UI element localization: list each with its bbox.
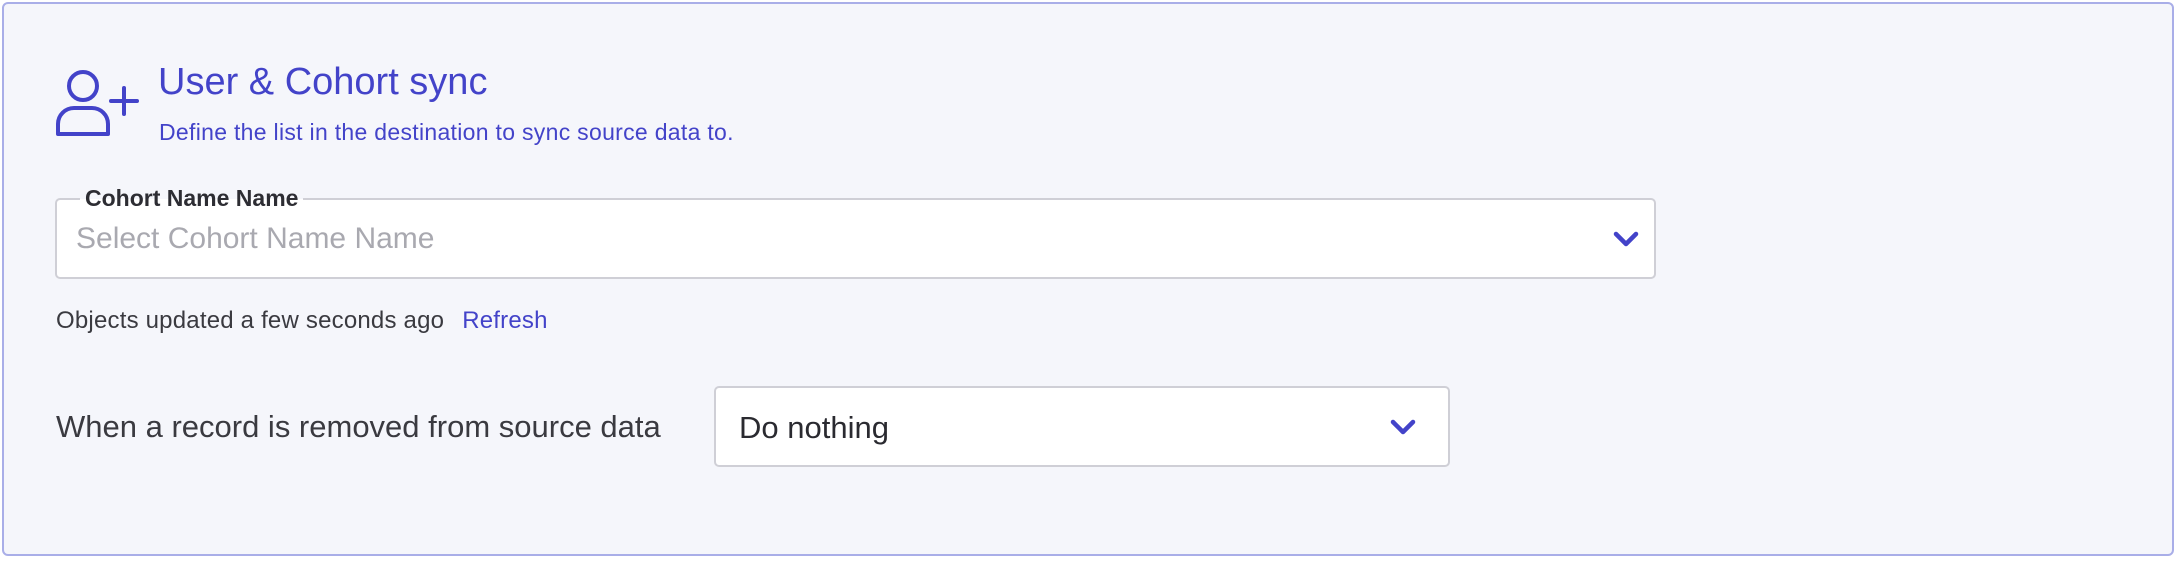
page-title: User & Cohort sync xyxy=(158,61,488,103)
cohort-name-placeholder: Select Cohort Name Name xyxy=(76,222,435,255)
chevron-down-icon[interactable] xyxy=(1612,230,1640,248)
record-removed-label: When a record is removed from source dat… xyxy=(56,409,661,444)
user-plus-icon xyxy=(54,68,140,138)
cohort-name-label: Cohort Name Name xyxy=(80,184,304,212)
user-cohort-sync-panel: User & Cohort sync Define the list in th… xyxy=(2,2,2174,556)
objects-updated-text: Objects updated a few seconds ago xyxy=(56,307,445,334)
chevron-down-icon[interactable] xyxy=(1389,418,1417,436)
page-subtitle: Define the list in the destination to sy… xyxy=(159,119,734,145)
objects-status-row: Objects updated a few seconds ago Refresh xyxy=(56,306,548,336)
record-removed-selected-value: Do nothing xyxy=(739,410,889,445)
refresh-link[interactable]: Refresh xyxy=(462,307,547,334)
record-removed-select[interactable]: Do nothing xyxy=(714,386,1450,467)
